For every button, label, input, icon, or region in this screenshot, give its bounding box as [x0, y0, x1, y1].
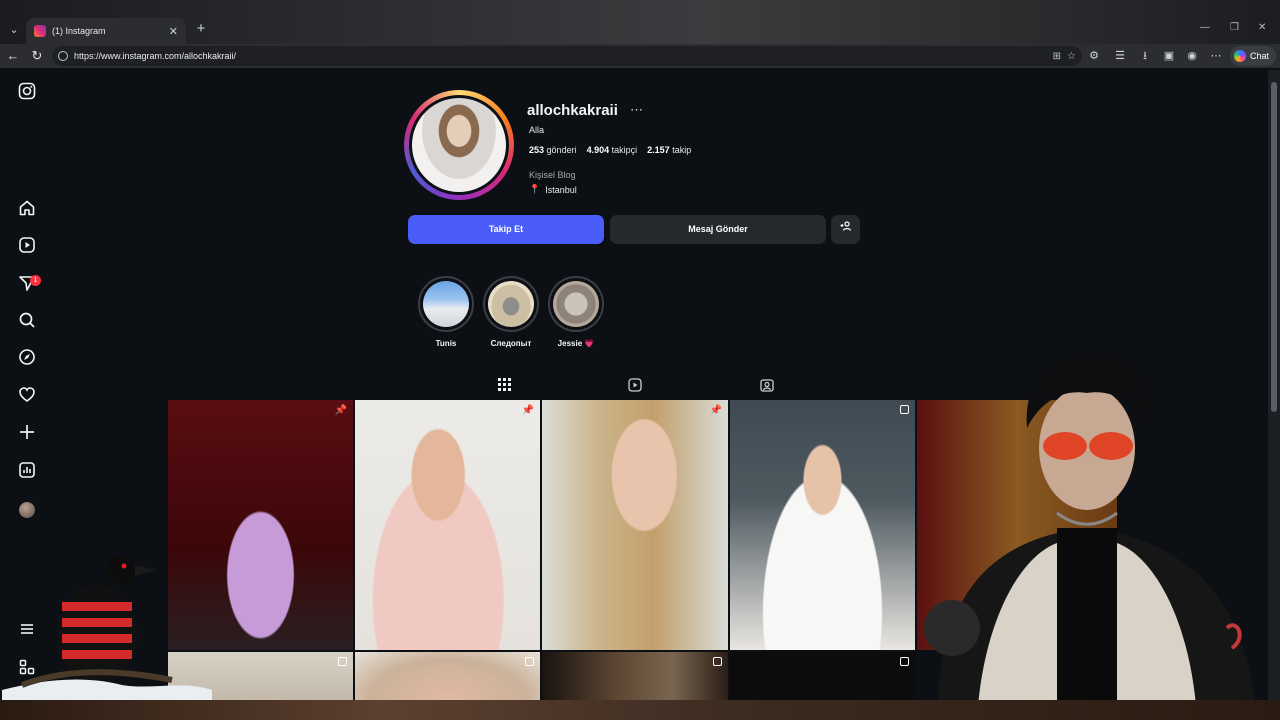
tab-posts-grid-icon[interactable] — [495, 378, 513, 396]
highlight-ring — [483, 276, 539, 332]
downloads-icon[interactable]: ⭳ — [1137, 48, 1153, 64]
profile-icon[interactable]: ◉ — [1184, 48, 1200, 64]
profile-category: Kişisel Blog — [529, 170, 576, 180]
pinned-icon: 📌 — [521, 405, 534, 416]
chat-button[interactable]: Chat — [1230, 46, 1276, 66]
chat-label: Chat — [1250, 51, 1270, 61]
highlight-label: Tunis — [435, 339, 457, 348]
notifications-heart-icon[interactable] — [16, 386, 38, 408]
location-pin-icon: 📍 — [529, 184, 541, 194]
instagram-favicon-icon — [34, 25, 46, 37]
pinned-icon: 📌 — [709, 405, 722, 416]
instagram-page: 1 allochkakraii ⋯ Alla 253 gönderi 4.904… — [2, 70, 1268, 720]
close-tab-icon[interactable]: ✕ — [169, 25, 178, 38]
back-icon[interactable]: ← — [5, 48, 21, 64]
search-icon[interactable] — [16, 311, 38, 333]
message-button[interactable]: Mesaj Gönder — [610, 215, 826, 244]
apps-icon[interactable]: ⊞ — [1053, 51, 1061, 62]
options-icon[interactable]: ⋯ — [630, 102, 643, 118]
highlight-label: Следопыт — [490, 339, 532, 348]
url-text[interactable]: https://www.instagram.com/allochkakraii/ — [74, 51, 1047, 61]
tab-actions-icon[interactable]: ⌄ — [6, 22, 22, 38]
browser-toolbar: ← ↻ https://www.instagram.com/allochkakr… — [0, 44, 1280, 68]
profile-avatar-icon[interactable] — [19, 502, 35, 518]
profile-stats: 253 gönderi 4.904 takipçi 2.157 takip — [529, 145, 691, 155]
following-label: takip — [672, 145, 692, 155]
highlight-cover — [423, 281, 469, 327]
tab-tagged-icon[interactable] — [758, 378, 776, 396]
highlight-item[interactable]: Tunis — [418, 276, 474, 348]
character-overlay-image — [924, 352, 1257, 720]
profile-picture — [409, 95, 509, 195]
close-window-icon[interactable]: ✕ — [1258, 22, 1266, 33]
profile-username: allochkakraii — [527, 102, 618, 119]
explore-icon[interactable] — [16, 348, 38, 370]
screen: ⌄ (1) Instagram ✕ + — ❐ ✕ ← ↻ https://ww… — [0, 0, 1280, 720]
highlight-cover — [488, 281, 534, 327]
browser-tab[interactable]: (1) Instagram ✕ — [26, 18, 186, 44]
profile-tabs — [482, 376, 782, 401]
profile-full-name: Alla — [529, 125, 545, 135]
notification-badge: 1 — [30, 275, 41, 286]
dashboard-icon[interactable] — [16, 461, 38, 483]
highlight-cover — [553, 281, 599, 327]
site-info-icon[interactable] — [58, 51, 68, 61]
crow-overlay-image — [2, 554, 212, 720]
refresh-icon[interactable]: ↻ — [29, 48, 45, 64]
restore-icon[interactable]: ❐ — [1230, 22, 1239, 33]
extensions-icon[interactable]: ⚙ — [1086, 48, 1102, 64]
highlight-label: Jessie 💗 — [557, 339, 595, 348]
address-bar[interactable]: https://www.instagram.com/allochkakraii/… — [52, 46, 1082, 66]
profile-location: 📍 Istanbul — [529, 184, 577, 195]
suggested-users-button[interactable] — [831, 215, 860, 244]
followers-stat[interactable]: 4.904 takipçi — [587, 145, 638, 155]
tab-reels-icon[interactable] — [626, 378, 644, 396]
more-menu-icon[interactable]: ⋯ — [1208, 48, 1224, 64]
highlight-item[interactable]: Следопыт — [483, 276, 539, 348]
post-thumbnail[interactable]: 📌 — [355, 400, 540, 650]
favorites-icon[interactable]: ☰ — [1112, 48, 1128, 64]
post-thumbnail[interactable]: 📌 — [542, 400, 728, 650]
following-count: 2.157 — [647, 145, 670, 155]
highlight-item[interactable]: Jessie 💗 — [548, 276, 604, 348]
reels-icon[interactable] — [16, 236, 38, 258]
favorite-star-icon[interactable]: ☆ — [1067, 51, 1076, 62]
post-thumbnail[interactable] — [730, 400, 915, 650]
carousel-icon — [338, 657, 347, 666]
followers-label: takipçi — [611, 145, 638, 155]
add-user-icon — [840, 221, 851, 231]
posts-label: gönderi — [546, 145, 577, 155]
posts-count: 253 — [529, 145, 545, 155]
carousel-icon — [525, 657, 534, 666]
desktop-wallpaper-strip — [0, 700, 1280, 720]
screenshot-icon[interactable]: ▣ — [1161, 48, 1177, 64]
browser-titlebar: ⌄ (1) Instagram ✕ + — ❐ ✕ — [0, 0, 1280, 44]
follow-button[interactable]: Takip Et — [408, 215, 604, 244]
followers-count: 4.904 — [586, 145, 610, 155]
create-icon[interactable] — [16, 423, 38, 445]
tab-title: (1) Instagram — [52, 26, 106, 36]
pinned-icon: 📌 — [334, 405, 347, 416]
highlight-ring — [418, 276, 474, 332]
highlight-ring — [548, 276, 604, 332]
page-scrollbar[interactable] — [1268, 70, 1280, 720]
carousel-icon — [713, 657, 722, 666]
instagram-logo-icon[interactable] — [16, 82, 38, 104]
scrollbar-thumb[interactable] — [1271, 82, 1277, 412]
copilot-icon — [1234, 50, 1246, 62]
location-text: Istanbul — [545, 184, 577, 195]
following-stat[interactable]: 2.157 takip — [647, 145, 691, 155]
posts-stat: 253 gönderi — [529, 145, 577, 155]
new-tab-button[interactable]: + — [192, 20, 210, 38]
minimize-icon[interactable]: — — [1200, 22, 1210, 33]
profile-avatar-ring[interactable] — [404, 90, 514, 200]
home-icon[interactable] — [16, 199, 38, 221]
